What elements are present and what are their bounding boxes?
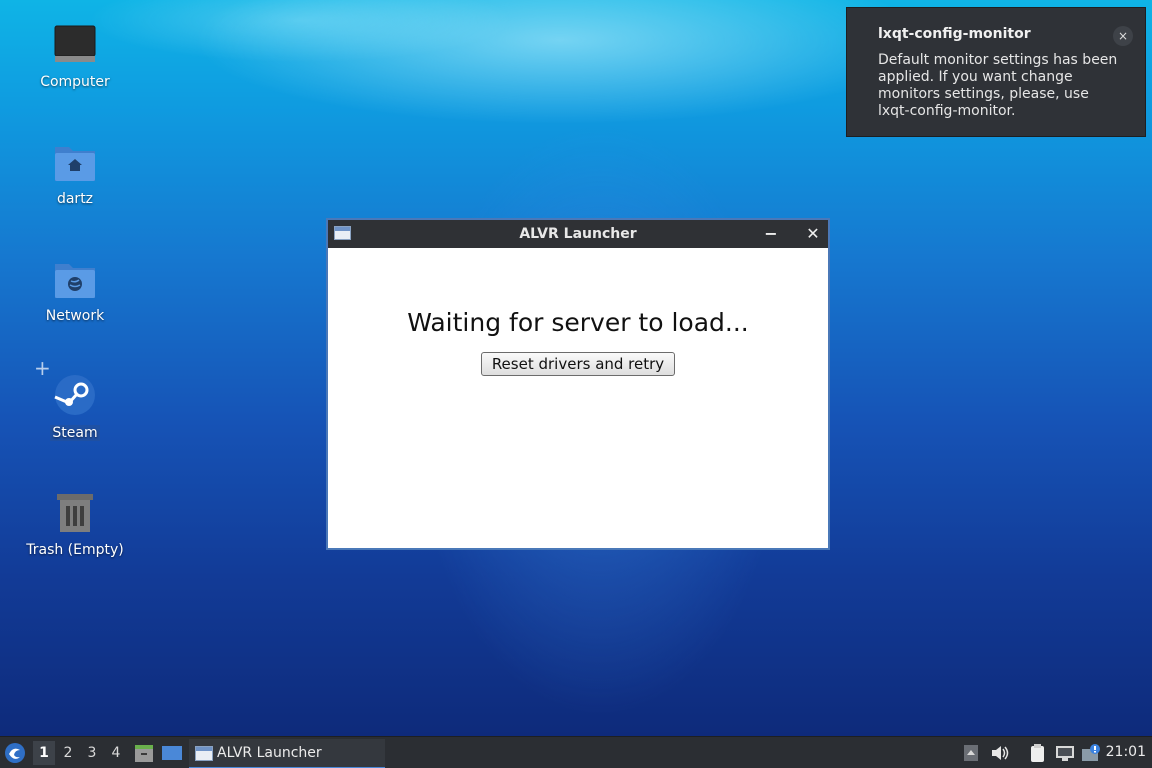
volume-icon[interactable] [989, 743, 1011, 763]
desktop-icon-label: Computer [40, 74, 110, 90]
task-label: ALVR Launcher [217, 745, 322, 761]
file-manager-icon[interactable] [133, 743, 155, 763]
taskbar-task-alvr-launcher[interactable]: ALVR Launcher [189, 739, 385, 768]
close-button[interactable]: ✕ [802, 223, 824, 245]
task-window-icon [195, 746, 213, 761]
desktop-icon-label: dartz [56, 191, 94, 207]
show-desktop-icon[interactable] [161, 743, 183, 763]
notification-title: lxqt-config-monitor [878, 26, 1031, 42]
minimize-button[interactable]: − [760, 223, 782, 245]
desktop-icon-trash[interactable]: Trash (Empty) [15, 490, 135, 558]
notification-close-button[interactable]: × [1113, 26, 1133, 46]
network-folder-icon [51, 256, 99, 304]
desktop-icon-home-folder[interactable]: dartz [15, 139, 135, 207]
network-icon[interactable] [1054, 743, 1076, 763]
workspace-2[interactable]: 2 [57, 741, 79, 765]
computer-icon [51, 22, 99, 70]
notification-popup[interactable]: lxqt-config-monitor Default monitor sett… [846, 7, 1146, 137]
status-message: Waiting for server to load... [407, 308, 749, 337]
clipboard-icon[interactable] [1026, 743, 1048, 763]
desktop-icon-steam[interactable]: Steam [15, 373, 135, 441]
workspace-4[interactable]: 4 [105, 741, 127, 765]
tray-expand-icon[interactable] [960, 743, 982, 763]
desktop-icon-label: Network [45, 308, 105, 324]
desktop-icon-network[interactable]: Network [15, 256, 135, 324]
workspace-1[interactable]: 1 [33, 741, 55, 765]
steam-icon [51, 373, 99, 421]
window-content: Waiting for server to load... Reset driv… [328, 248, 828, 548]
notification-body: Default monitor settings has been applie… [878, 52, 1118, 119]
workspace-3[interactable]: 3 [81, 741, 103, 765]
home-folder-icon [51, 139, 99, 187]
reset-drivers-button[interactable]: Reset drivers and retry [481, 352, 675, 376]
update-notification-icon[interactable] [1080, 743, 1102, 763]
desktop-icon-computer[interactable]: Computer [15, 22, 135, 90]
window-title: ALVR Launcher [519, 226, 637, 242]
desktop-icon-label: Steam [50, 425, 100, 441]
desktop-icon-label: Trash (Empty) [26, 542, 124, 558]
taskbar: 1 2 3 4 ALVR Launcher 21:01 [0, 736, 1152, 768]
start-menu-icon[interactable] [4, 742, 26, 764]
alvr-launcher-window: ALVR Launcher − ✕ Waiting for server to … [326, 218, 830, 550]
clock[interactable]: 21:01 [1106, 744, 1146, 760]
trash-icon [51, 490, 99, 538]
window-titlebar[interactable]: ALVR Launcher − ✕ [328, 220, 828, 248]
